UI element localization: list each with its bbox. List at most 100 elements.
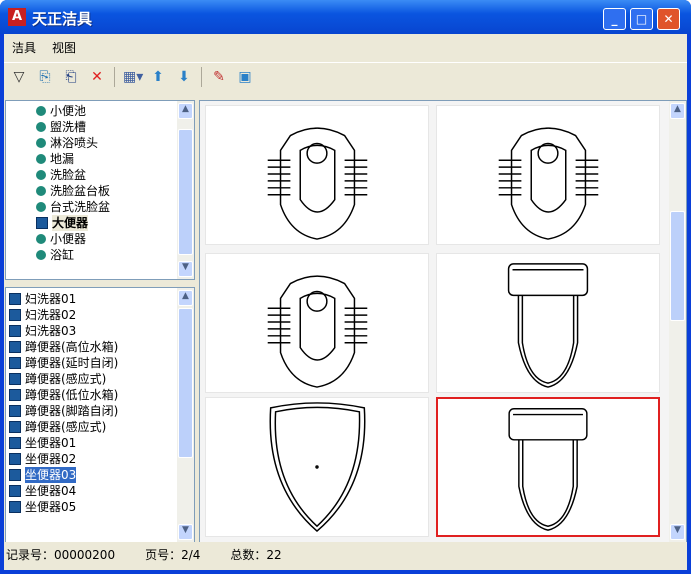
- category-icon: [36, 122, 46, 132]
- block-icon: [9, 421, 21, 433]
- list-scrollbar[interactable]: ▲ ▼: [177, 288, 194, 542]
- block-icon: [9, 501, 21, 513]
- block-icon: [9, 293, 21, 305]
- item-list[interactable]: 妇洗器01 妇洗器02 妇洗器03 蹲便器(高位水箱) 蹲便器(延时自闭) 蹲便器(感应式…: [5, 287, 195, 543]
- tree-item[interactable]: 台式洗脸盆: [36, 199, 194, 215]
- delete-icon[interactable]: ✕: [88, 68, 106, 86]
- status-bar: 记录号：00000200 页号：2/4 总数：22: [4, 542, 687, 568]
- tree-item-label: 台式洗脸盆: [50, 200, 111, 214]
- list-item[interactable]: 妇洗器03: [9, 323, 194, 339]
- import-icon[interactable]: ⎘: [36, 68, 54, 86]
- preview-cell[interactable]: [436, 397, 660, 537]
- scroll-up-button[interactable]: ▲: [178, 290, 193, 306]
- category-icon: [36, 234, 46, 244]
- category-icon: [36, 186, 46, 196]
- list-item[interactable]: 蹲便器(脚踏自闭): [9, 403, 194, 419]
- preview-scrollbar[interactable]: ▲ ▼: [669, 101, 686, 542]
- tree-item-label: 洗脸盆台板: [50, 184, 111, 198]
- list-item[interactable]: 蹲便器(延时自闭): [9, 355, 194, 371]
- scroll-thumb[interactable]: [178, 308, 193, 458]
- list-item-label: 坐便器04: [25, 484, 77, 498]
- preview-icon[interactable]: ▣: [236, 68, 254, 86]
- sanitary-fixture-drawing: [269, 402, 366, 533]
- tree-item[interactable]: 浴缸: [36, 247, 194, 263]
- close-button[interactable]: ✕: [657, 8, 680, 30]
- list-item[interactable]: 蹲便器(高位水箱): [9, 339, 194, 355]
- list-item-label: 蹲便器(脚踏自闭): [25, 404, 119, 418]
- tree-item[interactable]: 小便器: [36, 231, 194, 247]
- scroll-thumb[interactable]: [178, 129, 193, 255]
- open-folder-icon: [36, 217, 48, 229]
- list-item[interactable]: 蹲便器(感应式): [9, 371, 194, 387]
- block-icon: [9, 405, 21, 417]
- list-item-label: 妇洗器03: [25, 324, 77, 338]
- block-icon: [9, 437, 21, 449]
- list-item-label: 蹲便器(延时自闭): [25, 356, 119, 370]
- list-item-label: 蹲便器(感应式): [25, 420, 107, 434]
- category-icon: [36, 170, 46, 180]
- list-item[interactable]: 妇洗器02: [9, 307, 194, 323]
- block-icon: [9, 373, 21, 385]
- list-item[interactable]: 蹲便器(感应式): [9, 419, 194, 435]
- tree-item-label: 大便器: [52, 215, 89, 231]
- tree-item[interactable]: 洗脸盆台板: [36, 183, 194, 199]
- list-item-label: 妇洗器02: [25, 308, 77, 322]
- scroll-down-button[interactable]: ▼: [178, 261, 193, 277]
- list-item-label: 坐便器02: [25, 452, 77, 466]
- block-icon: [9, 389, 21, 401]
- list-item[interactable]: 坐便器04: [9, 483, 194, 499]
- list-item[interactable]: 坐便器02: [9, 451, 194, 467]
- list-item[interactable]: 坐便器01: [9, 435, 194, 451]
- tree-item-label: 小便池: [50, 104, 87, 118]
- title-bar[interactable]: A 天正洁具 _ □ ✕: [0, 0, 691, 34]
- tree-item-label: 小便器: [50, 232, 87, 246]
- preview-cell[interactable]: [436, 105, 660, 245]
- maximize-button[interactable]: □: [630, 8, 653, 30]
- edit-icon[interactable]: ✎: [210, 68, 228, 86]
- view-mode-icon[interactable]: ▦▾: [123, 68, 143, 86]
- minimize-button[interactable]: _: [603, 8, 626, 30]
- list-item-label: 蹲便器(高位水箱): [25, 340, 119, 354]
- app-logo-icon: A: [8, 8, 26, 26]
- export-icon[interactable]: ⎗: [62, 68, 80, 86]
- menu-sanitary[interactable]: 洁具: [12, 38, 36, 58]
- list-item[interactable]: 蹲便器(低位水箱): [9, 387, 194, 403]
- block-icon: [9, 341, 21, 353]
- window-title: 天正洁具: [32, 10, 93, 28]
- preview-cell[interactable]: [205, 253, 429, 393]
- record-number: 记录号：00000200: [6, 548, 116, 562]
- scroll-down-button[interactable]: ▼: [670, 524, 685, 540]
- tree-item[interactable]: 洗脸盆: [36, 167, 194, 183]
- scroll-up-button[interactable]: ▲: [178, 103, 193, 119]
- list-item[interactable]: 坐便器05: [9, 499, 194, 515]
- category-icon: [36, 106, 46, 116]
- scroll-down-button[interactable]: ▼: [178, 524, 193, 540]
- separator: [201, 66, 202, 87]
- scroll-thumb[interactable]: [670, 211, 685, 321]
- tree-item[interactable]: 小便池: [36, 103, 194, 119]
- tree-item[interactable]: 淋浴喷头: [36, 135, 194, 151]
- list-item[interactable]: 坐便器03: [9, 467, 194, 483]
- preview-cell[interactable]: [205, 397, 429, 537]
- block-icon: [9, 357, 21, 369]
- tree-item[interactable]: 盥洗槽: [36, 119, 194, 135]
- sanitary-fixture-drawing: [498, 127, 599, 240]
- tree-item[interactable]: 大便器: [36, 215, 194, 231]
- sanitary-fixture-drawing: [267, 275, 368, 388]
- list-item[interactable]: 妇洗器01: [9, 291, 194, 307]
- down-icon[interactable]: ⬇: [175, 68, 193, 86]
- list-item-label: 坐便器05: [25, 500, 77, 514]
- tree-scrollbar[interactable]: ▲ ▼: [177, 101, 194, 279]
- category-tree[interactable]: 小便池 盥洗槽 淋浴喷头 地漏 洗脸盆 洗脸盆台板台式洗脸盆 大便器 小便器 浴缸 ▲ ▼: [5, 100, 195, 280]
- list-item-label: 妇洗器01: [25, 292, 77, 306]
- preview-cell[interactable]: [205, 105, 429, 245]
- tree-item[interactable]: 地漏: [36, 151, 194, 167]
- filter-icon[interactable]: ▽: [10, 68, 28, 86]
- up-icon[interactable]: ⬆: [149, 68, 167, 86]
- preview-cell[interactable]: [436, 253, 660, 393]
- menu-view[interactable]: 视图: [52, 38, 76, 58]
- scroll-up-button[interactable]: ▲: [670, 103, 685, 119]
- menu-bar: 洁具 视图: [4, 38, 687, 58]
- sanitary-fixture-drawing: [507, 263, 589, 388]
- sanitary-fixture-drawing: [267, 127, 368, 240]
